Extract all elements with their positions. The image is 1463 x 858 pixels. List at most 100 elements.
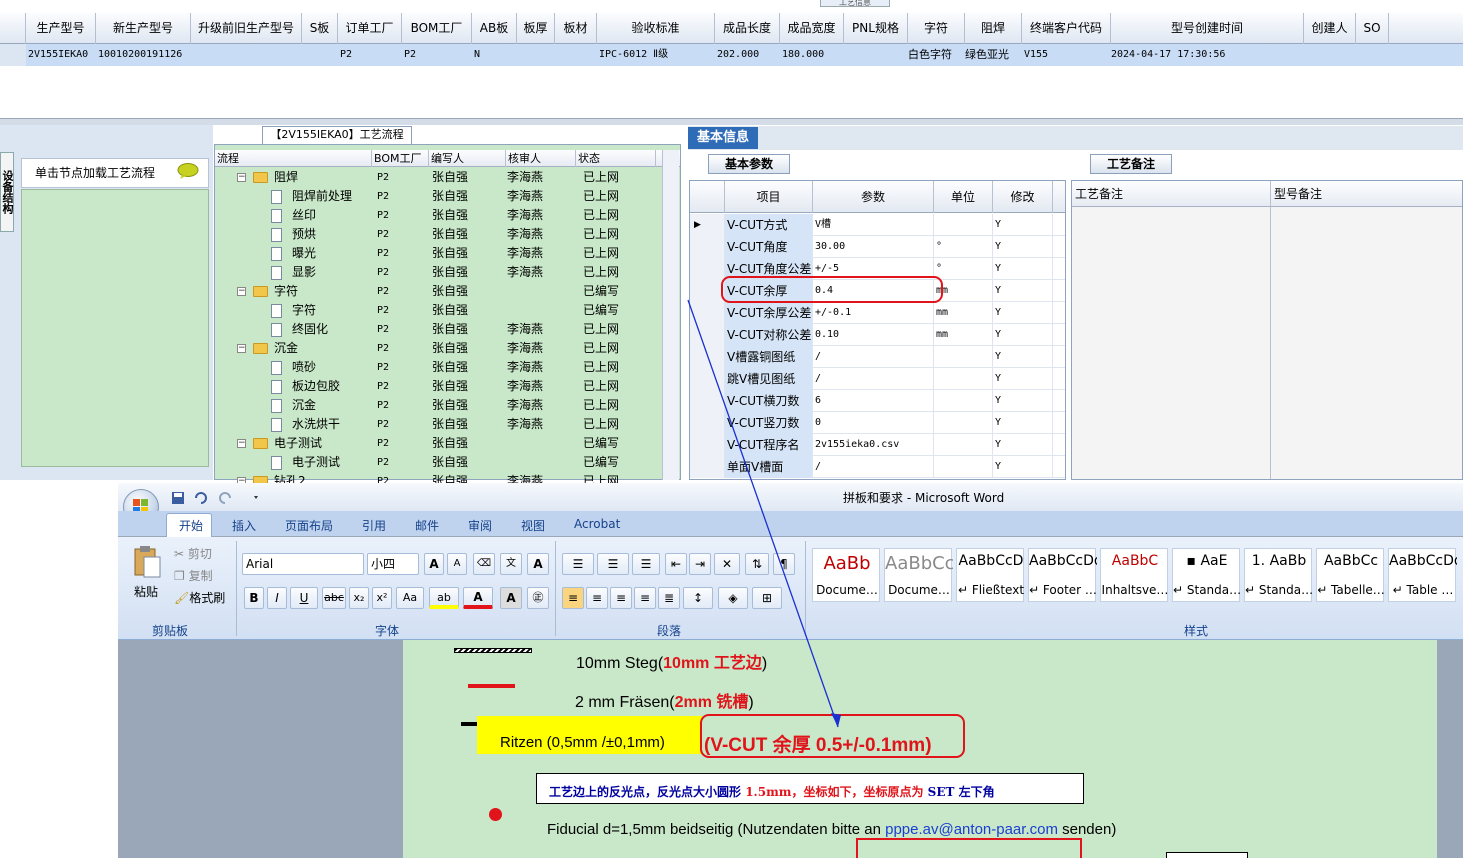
superscript-button[interactable]: x²: [372, 587, 392, 609]
row-header[interactable]: [690, 456, 725, 478]
side-tab-equipment[interactable]: 设备结构: [0, 152, 14, 232]
table-row[interactable]: 2V155IEKA0 10010200191126 P2 P2 N IPC-60…: [0, 44, 1463, 66]
numbering-button[interactable]: ☰: [597, 553, 629, 575]
enclose-char-button[interactable]: ㊣: [527, 587, 549, 609]
col-material[interactable]: 板材: [555, 13, 597, 44]
font-name-select[interactable]: Arial: [242, 553, 364, 575]
param-row[interactable]: V-CUT余厚公差 +/-0.1 mm Y: [690, 302, 1065, 324]
param-row[interactable]: ▶ V-CUT方式 V槽 Y: [690, 214, 1065, 236]
row-header[interactable]: [690, 346, 725, 368]
col-s-board[interactable]: S板: [302, 13, 338, 44]
col-char[interactable]: 字符: [908, 13, 965, 44]
param-value[interactable]: 6: [813, 390, 934, 412]
process-remark-text[interactable]: [1072, 207, 1271, 479]
col-creator[interactable]: 创建人: [1304, 13, 1356, 44]
tab-mailings[interactable]: 邮件: [415, 517, 439, 534]
style-item[interactable]: ▪ AaE ↵ Standa…: [1172, 548, 1241, 602]
param-row[interactable]: V-CUT横刀数 6 Y: [690, 390, 1065, 412]
collapse-icon[interactable]: −: [237, 439, 246, 448]
param-value[interactable]: V槽: [813, 214, 934, 236]
process-row[interactable]: − 字符 P2 张自强 已编写: [215, 282, 665, 301]
process-row[interactable]: 板边包胶 P2 张自强 李海燕 已上网: [215, 377, 665, 396]
param-value[interactable]: 30.00: [813, 236, 934, 258]
tab-process-remark[interactable]: 工艺备注: [1090, 154, 1172, 174]
style-item[interactable]: AaBbCc ↵ Tabelle…: [1316, 548, 1385, 602]
strikethrough-button[interactable]: abc: [322, 587, 346, 609]
row-pointer-icon[interactable]: ▶: [690, 214, 725, 236]
process-row[interactable]: 电子测试 P2 张自强 已编写: [215, 453, 665, 472]
row-header[interactable]: [690, 280, 725, 302]
font-color-button[interactable]: A: [463, 587, 493, 609]
col-length[interactable]: 成品长度: [715, 13, 780, 44]
paste-icon[interactable]: [131, 545, 163, 579]
col-old-model[interactable]: 升级前旧生产型号: [191, 13, 302, 44]
model-remark-text[interactable]: [1271, 207, 1462, 479]
col-status[interactable]: 状态: [576, 150, 656, 167]
style-item[interactable]: AaBbCcDdI ↵ Table …: [1388, 548, 1457, 602]
process-row[interactable]: 阻焊前处理 P2 张自强 李海燕 已上网: [215, 187, 665, 206]
col-model-remark[interactable]: 型号备注: [1271, 181, 1462, 207]
cut-button[interactable]: ✂ 剪切: [174, 545, 212, 562]
param-value[interactable]: 0: [813, 412, 934, 434]
col-model[interactable]: 生产型号: [26, 13, 96, 44]
tab-basic-info[interactable]: 基本信息: [688, 127, 758, 149]
col-bom-factory[interactable]: BOM工厂: [402, 13, 472, 44]
param-value[interactable]: /: [813, 456, 934, 478]
char-border-button[interactable]: A: [527, 553, 549, 575]
style-item[interactable]: AaBb Docume…: [812, 548, 880, 602]
col-process-remark[interactable]: 工艺备注: [1072, 181, 1271, 207]
tab-view[interactable]: 视图: [521, 517, 545, 534]
col-modify[interactable]: 修改: [993, 181, 1053, 213]
row-header[interactable]: [690, 434, 725, 456]
process-row[interactable]: − 电子测试 P2 张自强 已编写: [215, 434, 665, 453]
process-row[interactable]: 沉金 P2 张自强 李海燕 已上网: [215, 396, 665, 415]
param-row[interactable]: 跳V槽见图纸 / Y: [690, 368, 1065, 390]
process-row[interactable]: 喷砂 P2 张自强 李海燕 已上网: [215, 358, 665, 377]
style-item[interactable]: AaBbCcD ↵ Fließtext: [956, 548, 1024, 602]
line-spacing-button[interactable]: ↕: [683, 587, 713, 609]
show-marks-button[interactable]: ¶: [773, 553, 795, 575]
col-solder[interactable]: 阻焊: [965, 13, 1022, 44]
style-item[interactable]: 1. AaBb ↵ Standa…: [1244, 548, 1313, 602]
collapse-icon[interactable]: −: [237, 344, 246, 353]
col-thickness[interactable]: 板厚: [517, 13, 555, 44]
row-header[interactable]: [690, 236, 725, 258]
doc-line-ritzen[interactable]: Ritzen (0,5mm /±0,1mm): [500, 734, 665, 751]
sort-button[interactable]: ⇅: [745, 553, 769, 575]
process-scrollbar[interactable]: [662, 150, 679, 480]
process-row[interactable]: 水洗烘干 P2 张自强 李海燕 已上网: [215, 415, 665, 434]
italic-button[interactable]: I: [267, 587, 287, 609]
tab-review[interactable]: 审阅: [468, 517, 492, 534]
param-value[interactable]: 2v155ieka0.csv: [813, 434, 934, 456]
tab-page-layout[interactable]: 页面布局: [285, 517, 333, 534]
col-unit[interactable]: 单位: [934, 181, 993, 213]
change-case-button[interactable]: Aa: [396, 587, 424, 609]
borders-button[interactable]: ⊞: [752, 587, 782, 609]
style-item[interactable]: AaBbCc Docume…: [884, 548, 953, 602]
row-header[interactable]: [690, 258, 725, 280]
align-left-button[interactable]: ≡: [562, 587, 584, 609]
shading-button[interactable]: ◈: [718, 587, 748, 609]
collapse-icon[interactable]: −: [237, 287, 246, 296]
param-row[interactable]: V-CUT对称公差 0.10 mm Y: [690, 324, 1065, 346]
decrease-indent-button[interactable]: ⇤: [665, 553, 687, 575]
style-item[interactable]: AaBbCcDdE ↵ Footer …: [1028, 548, 1097, 602]
select-all-corner[interactable]: [0, 13, 26, 44]
row-header[interactable]: [690, 324, 725, 346]
row-header[interactable]: [690, 412, 725, 434]
subscript-button[interactable]: x₂: [349, 587, 369, 609]
tab-home[interactable]: 开始: [179, 517, 203, 534]
col-ab-board[interactable]: AB板: [472, 13, 517, 44]
tab-basic-params[interactable]: 基本参数: [708, 154, 790, 174]
process-flow-tab[interactable]: 【2V155IEKA0】工艺流程: [262, 126, 412, 144]
increase-indent-button[interactable]: ⇥: [689, 553, 711, 575]
process-row[interactable]: 终固化 P2 张自强 李海燕 已上网: [215, 320, 665, 339]
tab-references[interactable]: 引用: [362, 517, 386, 534]
param-value[interactable]: +/-0.1: [813, 302, 934, 324]
multilevel-list-button[interactable]: ☰: [632, 553, 660, 575]
param-value[interactable]: /: [813, 346, 934, 368]
justify-button[interactable]: ≡: [634, 587, 656, 609]
param-row[interactable]: V槽露铜图纸 / Y: [690, 346, 1065, 368]
param-row[interactable]: V-CUT角度 30.00 ° Y: [690, 236, 1065, 258]
param-row[interactable]: V-CUT程序名 2v155ieka0.csv Y: [690, 434, 1065, 456]
